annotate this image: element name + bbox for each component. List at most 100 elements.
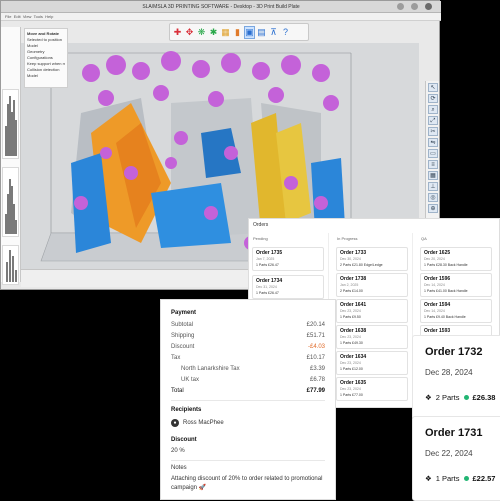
menu-view[interactable]: View — [23, 14, 32, 19]
order-meta: 2 Parts £21.80 Edge/Ledge — [340, 263, 383, 267]
order-card[interactable]: Order 1625 Dec 20, 2024 1 Parts £28.30 B… — [420, 247, 492, 271]
menu-bar: File Edit View Tools Help — [1, 13, 441, 21]
move-icon[interactable]: ✥ — [184, 26, 195, 39]
select-icon[interactable]: ↖ — [428, 83, 438, 92]
support-icon[interactable]: ⊼ — [268, 26, 279, 39]
order-date: Dec 14, 2024 — [424, 283, 445, 287]
tax-detail-row: UK tax £6.78 — [181, 377, 325, 383]
histogram-chart — [2, 245, 19, 285]
shipping-row: Shipping £51.71 — [171, 333, 325, 339]
order-date: Dec 20, 2024 — [424, 257, 445, 261]
cut-icon[interactable]: ✂ — [428, 127, 438, 136]
order-card[interactable]: Order 1733 Dec 30, 2024 2 Parts £21.80 E… — [336, 247, 408, 271]
tax-row: Tax £10.17 — [171, 355, 325, 361]
column-in-progress: In Progress Order 1733 Dec 30, 2024 2 Pa… — [333, 233, 413, 409]
order-card[interactable]: Order 1635 Dec 23, 2024 1 Parts £77.00 — [336, 377, 408, 401]
menu-tools[interactable]: Tools — [34, 14, 43, 19]
order-title: Order 1596 — [424, 276, 451, 282]
rotate-icon[interactable]: ⟳ — [428, 94, 438, 103]
order-date: Dec 23, 2024 — [340, 309, 361, 313]
user-icon: ● — [171, 419, 179, 427]
board-header: Orders — [253, 222, 269, 228]
order-card[interactable]: Order 1596 Dec 14, 2024 1 Parts £41.00 B… — [420, 273, 492, 297]
order-meta: 1 Parts £26.47 — [256, 291, 279, 295]
status-dot — [463, 395, 469, 400]
order-card[interactable]: Order 1738 Jan 2, 2025 2 Parts £14.00 — [336, 273, 408, 297]
order-title: Order 1732 — [425, 346, 483, 358]
add-icon[interactable]: ✚ — [172, 26, 183, 39]
zoom-icon[interactable]: ⊕ — [428, 204, 438, 213]
order-meta: 1 Parts £28.30 Back Handle — [424, 263, 468, 267]
order-title: Order 1641 — [340, 302, 367, 308]
pin-icon[interactable]: ▤ — [256, 26, 267, 39]
column-title: In Progress — [337, 236, 358, 241]
order-meta: 1 Parts £26.47 — [256, 263, 279, 267]
view-icon[interactable]: ▣ — [244, 25, 255, 39]
minimize-icon[interactable] — [397, 3, 404, 10]
status-dot — [463, 476, 469, 481]
order-date: Jan 2, 2025 — [340, 283, 359, 287]
layers-icon[interactable]: ▮ — [232, 26, 243, 39]
order-title: Order 1625 — [424, 250, 451, 256]
order-card[interactable]: Order 1735 Jan 7, 2025 1 Parts £26.47 — [252, 247, 324, 271]
tree-icon[interactable]: ❋ — [196, 26, 207, 39]
order-meta: 1 Parts £9.40 Back Handle — [424, 315, 466, 319]
search-icon[interactable]: ⌕ — [428, 105, 438, 114]
move-rotate-panel: Move and Rotate Selected to position Mod… — [24, 28, 68, 88]
menu-help[interactable]: Help — [45, 14, 53, 19]
order-meta: ❖ 2 Parts £26.38 — [425, 393, 496, 402]
menu-edit[interactable]: Edit — [14, 14, 21, 19]
settings-icon[interactable]: ✱ — [208, 26, 219, 39]
order-date: Dec 23, 2024 — [340, 335, 361, 339]
order-title: Order 1738 — [340, 276, 367, 282]
main-toolbar: ✚ ✥ ❋ ✱ ▦ ▮ ▣ ▤ ⊼ ? — [169, 23, 309, 41]
order-title: Order 1734 — [256, 278, 283, 284]
histogram-chart — [2, 167, 19, 237]
notes-text: Attaching discount of 20% to order relat… — [171, 476, 323, 491]
window-title: SLA/MSLA 3D PRINTING SOFTWARE - Desktop … — [1, 1, 441, 13]
order-card[interactable]: Order 1638 Dec 23, 2024 1 Parts £49.30 — [336, 325, 408, 349]
menu-file[interactable]: File — [5, 14, 11, 19]
right-toolbar: ↖ ⟳ ⌕ ⤢ ✂ ⇋ ▭ ≡ ▦ ⊥ ◎ ⊕ — [425, 81, 439, 221]
order-date: Dec 14, 2024 — [424, 309, 445, 313]
order-title: Order 1634 — [340, 354, 367, 360]
order-card[interactable]: Order 1594 Dec 14, 2024 1 Parts £9.40 Ba… — [420, 299, 492, 323]
recipient[interactable]: ● Ross MacPhee — [171, 419, 325, 427]
order-meta: 1 Parts £41.00 Back Handle — [424, 289, 468, 293]
order-date: Dec 30, 2024 — [340, 257, 361, 261]
order-date: Dec 22, 2024 — [425, 449, 473, 458]
order-title: Order 1594 — [424, 302, 451, 308]
order-meta: 2 Parts £14.00 — [340, 289, 363, 293]
support-icon[interactable]: ⊥ — [428, 182, 438, 191]
measure-icon[interactable]: ▭ — [428, 149, 438, 158]
help-icon[interactable]: ? — [280, 26, 291, 39]
scale-icon[interactable]: ⤢ — [428, 116, 438, 125]
order-title: Order 1733 — [340, 250, 367, 256]
order-card-large[interactable]: Order 1731 Dec 22, 2024 ❖ 1 Parts £22.57 — [412, 416, 500, 501]
order-date: Dec 23, 2024 — [340, 387, 361, 391]
order-card[interactable]: Order 1734 Dec 31, 2024 1 Parts £26.47 — [252, 275, 324, 299]
order-title: Order 1635 — [340, 380, 367, 386]
maximize-icon[interactable] — [411, 3, 418, 10]
parts-icon: ❖ — [425, 393, 432, 402]
discount-value: 20 % — [171, 448, 185, 454]
notes-title: Notes — [171, 465, 187, 471]
order-card-large[interactable]: Order 1732 Dec 28, 2024 ❖ 2 Parts £26.38 — [412, 335, 500, 420]
layers-icon[interactable]: ≡ — [428, 160, 438, 169]
order-date: Dec 28, 2024 — [425, 368, 473, 377]
close-icon[interactable] — [425, 3, 432, 10]
histogram-panel — [1, 27, 21, 285]
order-card[interactable]: Order 1634 Dec 23, 2024 1 Parts £12.00 — [336, 351, 408, 375]
discount-title: Discount — [171, 437, 197, 443]
order-title: Order 1735 — [256, 250, 283, 256]
panel-option[interactable]: Model — [27, 73, 65, 79]
payment-panel: Payment Subtotal £20.14 Shipping £51.71 Di… — [160, 299, 336, 500]
mirror-icon[interactable]: ⇋ — [428, 138, 438, 147]
hollow-icon[interactable]: ◎ — [428, 193, 438, 202]
grid-icon[interactable]: ▦ — [220, 26, 231, 39]
recipient-name: Ross MacPhee — [183, 420, 224, 426]
column-title: QA — [421, 236, 427, 241]
order-card[interactable]: Order 1641 Dec 23, 2024 1 Parts £9.50 — [336, 299, 408, 323]
order-meta: ❖ 1 Parts £22.57 — [425, 474, 496, 483]
grid-icon[interactable]: ▦ — [428, 171, 438, 180]
